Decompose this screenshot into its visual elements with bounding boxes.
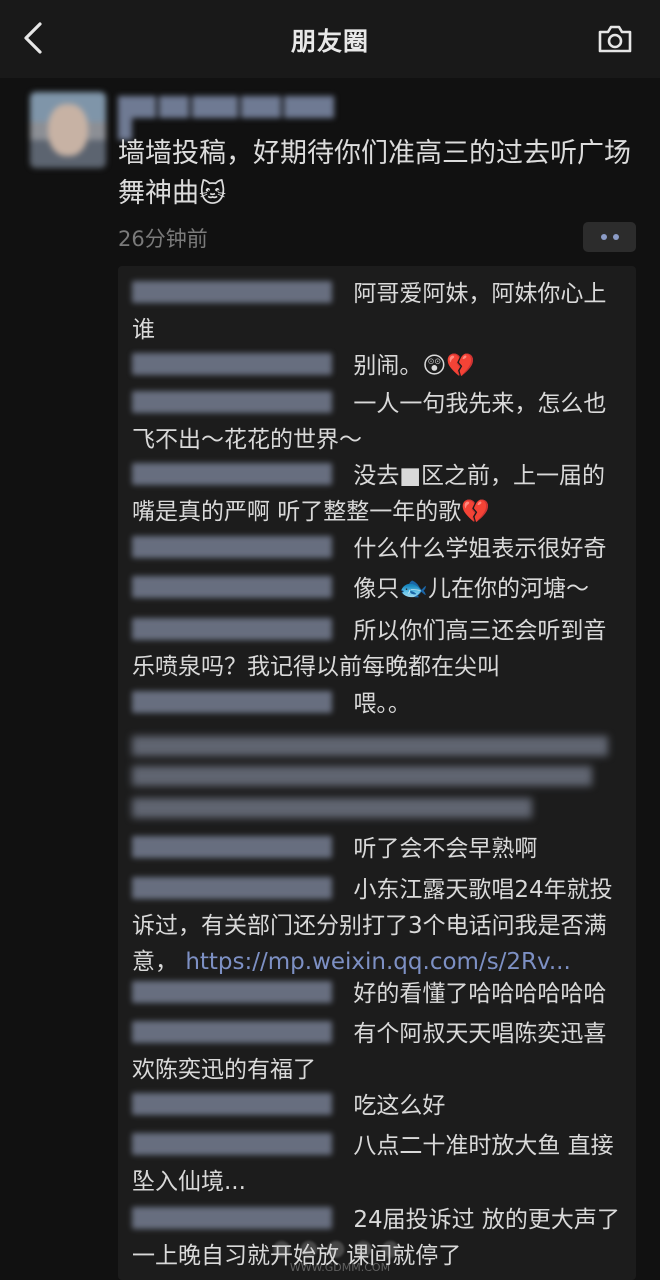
more-options-button[interactable] — [583, 222, 636, 252]
commenter-name-blurred[interactable] — [132, 877, 332, 899]
post-body: 墙墙投稿，好期待你们准高三的过去听广场舞神曲 — [118, 138, 631, 209]
comment-item[interactable]: 听了会不会早熟啊 — [132, 831, 624, 867]
commenter-name-blurred[interactable] — [132, 463, 332, 485]
commenter-name-blurred[interactable] — [132, 391, 332, 413]
commenter-name-blurred[interactable] — [132, 576, 332, 598]
commenter-name-blurred[interactable] — [132, 618, 332, 640]
comment-item[interactable]: 喂。。 — [132, 686, 624, 722]
comment-item-blurred[interactable] — [118, 728, 610, 828]
comment-item[interactable]: 阿哥爱阿妹，阿妹你心上谁 — [132, 276, 624, 348]
dot-icon — [612, 234, 619, 240]
comment-item[interactable]: 吃这么好 — [132, 1088, 624, 1124]
watermark-logo: ●●●●● — [272, 1236, 408, 1261]
page-title: 朋友圈 — [290, 27, 369, 56]
commenter-name-blurred[interactable] — [132, 1133, 332, 1155]
camera-icon — [598, 25, 632, 53]
avatar[interactable] — [30, 92, 106, 168]
comment-text: 听了会不会早熟啊 — [353, 836, 538, 862]
commenter-name-blurred[interactable] — [132, 1207, 332, 1229]
commenter-name-blurred[interactable] — [132, 836, 332, 858]
commenter-name-blurred[interactable] — [132, 281, 332, 303]
comment-item[interactable]: 别闹。😲💔 — [132, 348, 624, 384]
comment-item[interactable]: 像只🐟儿在你的河塘～ — [132, 571, 624, 607]
cat-emoji-icon: 🐱 — [199, 179, 227, 209]
comment-link[interactable]: https://mp.weixin.qq.com/s/2Rv... — [185, 949, 571, 975]
top-bar: 朋友圈 — [0, 0, 660, 78]
comment-item[interactable]: 什么什么学姐表示很好奇 — [132, 531, 624, 567]
comment-item[interactable]: 没去■区之前，上一届的嘴是真的严啊 听了整整一年的歌💔 — [132, 458, 624, 530]
commenter-name-blurred[interactable] — [132, 1093, 332, 1115]
comment-text: 好的看懂了哈哈哈哈哈哈 — [353, 981, 607, 1007]
commenter-name-blurred[interactable] — [132, 981, 332, 1003]
watermark-text: WWW.GDMM.COM — [289, 1261, 391, 1274]
commenter-name-blurred[interactable] — [132, 1021, 332, 1043]
comment-item[interactable]: 所以你们高三还会听到音乐喷泉吗？我记得以前每晚都在尖叫 — [132, 613, 624, 685]
comment-text: 像只🐟儿在你的河塘～ — [353, 576, 589, 602]
comment-item[interactable]: 小东江露天歌唱24年就投诉过，有关部门还分别打了3个电话问我是否满意， http… — [132, 872, 624, 980]
comment-item[interactable]: 一人一句我先来，怎么也飞不出～花花的世界～ — [132, 386, 624, 458]
commenter-name-blurred[interactable] — [132, 691, 332, 713]
comment-item[interactable]: 八点二十准时放大鱼 直接坠入仙境... — [132, 1128, 624, 1200]
moments-page: 朋友圈 墙墙投稿，好期待你们准高三的过去听广场舞神曲🐱 26分钟前 阿哥爱阿妹，… — [0, 0, 660, 1280]
commenter-name-blurred[interactable] — [132, 536, 332, 558]
comment-item[interactable]: 好的看懂了哈哈哈哈哈哈 — [132, 976, 624, 1012]
comment-text: 喂。。 — [353, 691, 411, 717]
comment-text: 别闹。😲💔 — [353, 353, 475, 379]
comments-panel: 阿哥爱阿妹，阿妹你心上谁 别闹。😲💔 一人一句我先来，怎么也飞不出～花花的世界～… — [118, 266, 636, 1280]
commenter-name-blurred[interactable] — [132, 353, 332, 375]
comment-text: 什么什么学姐表示很好奇 — [353, 536, 607, 562]
camera-button[interactable] — [596, 20, 634, 58]
post-time: 26分钟前 — [118, 227, 208, 251]
watermark: ●●●●● WWW.GDMM.COM — [220, 1236, 460, 1276]
post-text: 墙墙投稿，好期待你们准高三的过去听广场舞神曲🐱 — [118, 134, 638, 214]
comment-text: 吃这么好 — [353, 1093, 446, 1119]
dot-icon — [600, 234, 607, 240]
comment-item[interactable]: 有个阿叔天天唱陈奕迅喜欢陈奕迅的有福了 — [132, 1016, 624, 1088]
username-blurred[interactable] — [118, 96, 348, 140]
